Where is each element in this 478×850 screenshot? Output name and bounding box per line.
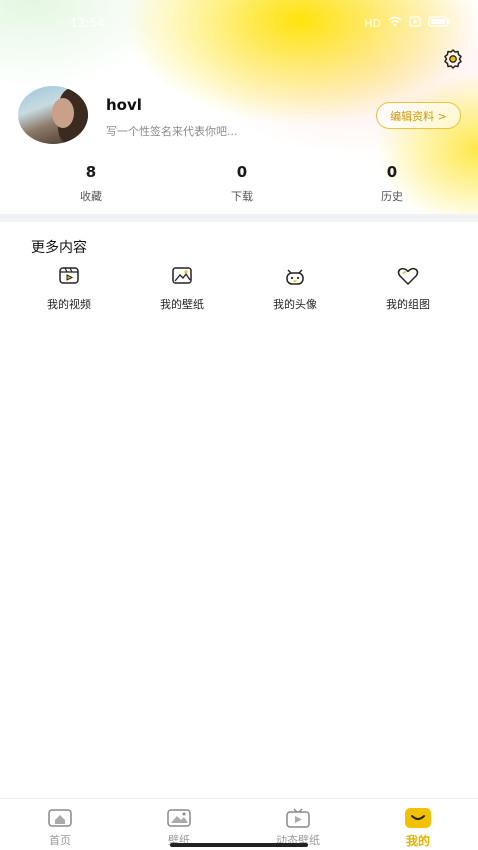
nav-item-mine[interactable]: 我的: [378, 807, 458, 849]
my-wallpapers-label: 我的壁纸: [160, 298, 204, 311]
gear-icon: [442, 48, 464, 74]
video-icon: [57, 264, 81, 288]
status-bar: 13:54 HD: [0, 0, 478, 46]
status-time: 13:54: [70, 16, 105, 30]
stat-history-value: 0: [386, 163, 398, 181]
nav-item-home[interactable]: 首页: [20, 807, 100, 848]
nav-item-mine-label: 我的: [405, 834, 430, 848]
home-icon: [46, 807, 74, 829]
heart-icon: [396, 264, 420, 288]
avatar-icon: [283, 264, 307, 288]
my-albums-button[interactable]: 我的组图: [368, 264, 448, 312]
stat-favorites-value: 8: [85, 163, 97, 181]
section-divider: [0, 214, 478, 222]
my-avatars-label: 我的头像: [273, 298, 317, 311]
screen-icon: [409, 16, 421, 30]
status-icons: HD: [364, 16, 450, 30]
avatar-face: [52, 98, 74, 128]
more-content-title: 更多内容: [31, 240, 87, 256]
smile-icon: [404, 807, 432, 829]
hd-icon: HD: [364, 16, 381, 30]
settings-button[interactable]: [440, 48, 466, 74]
stat-history[interactable]: 0 历史: [347, 163, 437, 204]
home-indicator[interactable]: [170, 843, 308, 847]
my-videos-label: 我的视频: [47, 298, 91, 311]
my-wallpapers-button[interactable]: 我的壁纸: [142, 264, 222, 312]
wifi-icon: [388, 16, 402, 30]
image-icon: [170, 264, 194, 288]
stat-favorites-label: 收藏: [80, 190, 102, 203]
edit-profile-button[interactable]: 编辑资料 >: [376, 102, 461, 129]
battery-icon: [428, 16, 450, 30]
stat-downloads-label: 下载: [231, 190, 253, 203]
signature-text[interactable]: 写一个性签名来代表你吧...: [106, 123, 238, 139]
my-videos-button[interactable]: 我的视频: [29, 264, 109, 312]
stat-favorites[interactable]: 8 收藏: [46, 163, 136, 204]
wallpaper-icon: [165, 807, 193, 829]
tv-icon: [284, 807, 312, 829]
nav-item-home-label: 首页: [49, 834, 71, 847]
stat-downloads[interactable]: 0 下载: [197, 163, 287, 204]
my-avatars-button[interactable]: 我的头像: [255, 264, 335, 312]
avatar[interactable]: [18, 86, 88, 144]
nav-item-live-wallpaper[interactable]: 动态壁纸: [258, 807, 338, 848]
stat-history-label: 历史: [381, 190, 403, 203]
nav-item-wallpaper[interactable]: 壁纸: [139, 807, 219, 848]
my-albums-label: 我的组图: [386, 298, 430, 311]
stat-downloads-value: 0: [236, 163, 248, 181]
username: hovl: [106, 96, 142, 114]
